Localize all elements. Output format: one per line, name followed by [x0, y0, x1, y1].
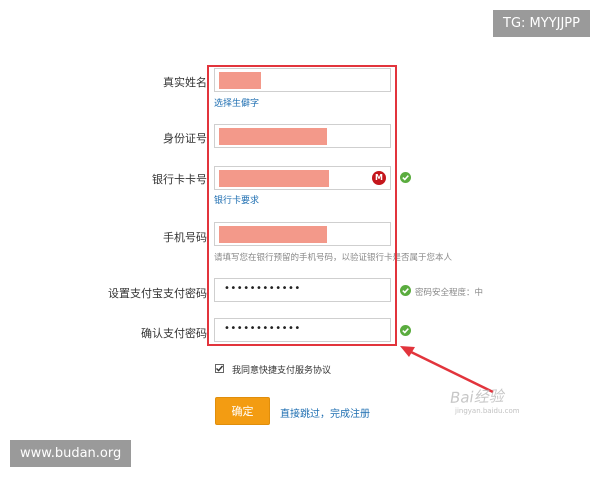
agreement-text[interactable]: 我同意快捷支付服务协议 — [232, 363, 331, 376]
skip-link[interactable]: 直接跳过，完成注册 — [280, 405, 370, 420]
id-number-label: 身份证号 — [163, 132, 207, 145]
real-name-label: 真实姓名 — [163, 76, 207, 89]
check-circle-icon — [400, 285, 411, 296]
agree-checkbox[interactable] — [215, 364, 224, 373]
confirm-password-label: 确认支付密码 — [141, 327, 207, 340]
check-circle-icon — [400, 172, 411, 183]
highlight-box — [207, 65, 397, 346]
baidu-watermark: Bai经验 — [449, 387, 504, 407]
baidu-watermark-sub: jingyan.baidu.com — [455, 407, 520, 415]
pay-password-label: 设置支付宝支付密码 — [108, 287, 207, 300]
password-strength: 密码安全程度：中 — [415, 288, 484, 298]
site-watermark: www.budan.org — [10, 440, 132, 467]
bank-card-label: 银行卡卡号 — [152, 173, 207, 186]
confirm-button[interactable]: 确定 — [215, 397, 270, 425]
check-circle-icon — [400, 325, 411, 336]
tg-watermark: TG: MYYJJPP — [493, 10, 590, 37]
phone-label: 手机号码 — [163, 231, 207, 244]
